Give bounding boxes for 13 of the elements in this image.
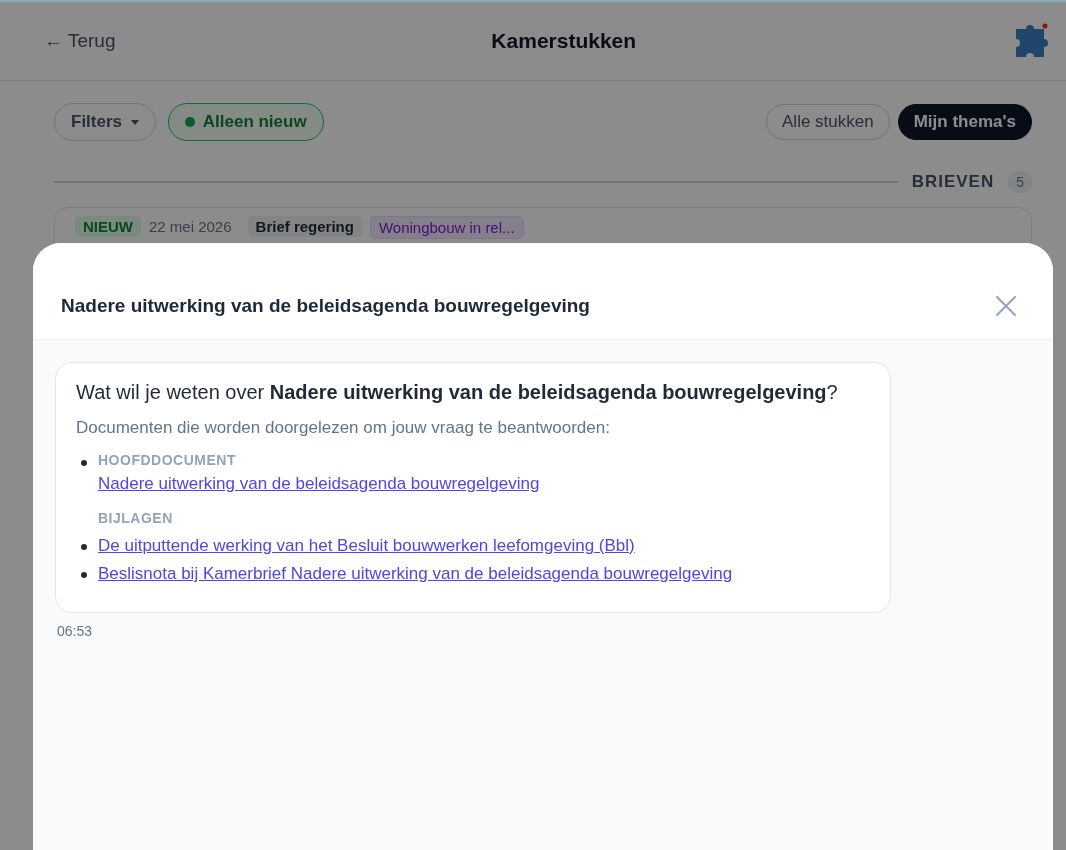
type-tag: Brief regering	[247, 216, 362, 237]
card-date: 22 mei 2026	[149, 217, 233, 237]
theme-tag: Woningbouw in rel...	[369, 216, 524, 239]
page-title: Kamerstukken	[491, 29, 637, 53]
section-title: BRIEVEN	[911, 172, 995, 192]
group-label: HOOFDDOCUMENT	[98, 452, 237, 468]
intro-text: Documenten die worden doorgelezen om jouw vraag te beantwoorden:	[76, 418, 611, 438]
count-badge: 5	[1008, 171, 1032, 193]
new-badge: NIEUW	[75, 216, 141, 237]
message-time: 06:53	[57, 623, 94, 639]
group-label: BIJLAGEN	[98, 510, 174, 526]
sheet-title: Nadere uitwerking van de beleidsagenda bouwregelgeving	[61, 295, 590, 317]
question-text: Wat wil je weten over Nadere uitwerking van de beleidsagenda bouwregelgeving?	[76, 381, 839, 404]
